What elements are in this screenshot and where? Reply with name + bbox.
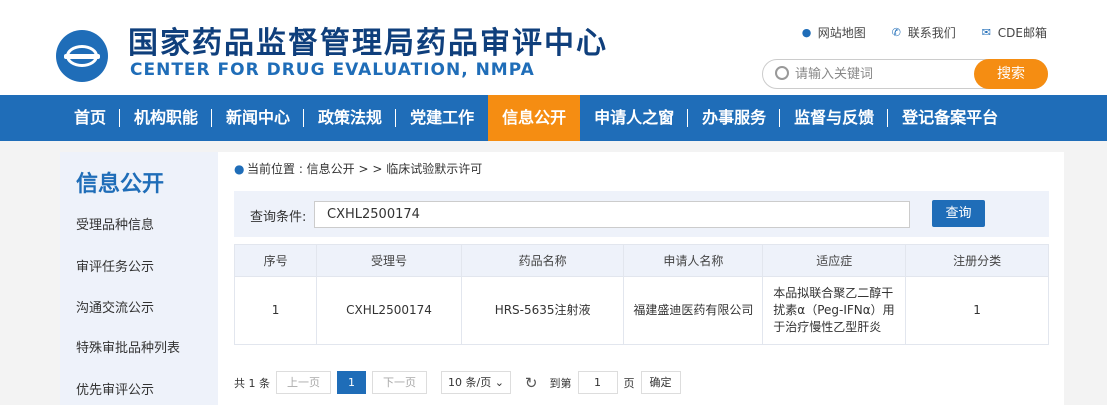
page-size-select[interactable]: 10 条/页 ⌄ bbox=[441, 371, 511, 394]
prev-page-button[interactable]: 上一页 bbox=[276, 371, 331, 394]
nav-item-news[interactable]: 新闻中心 bbox=[212, 95, 305, 141]
site-title-cn: 国家药品监督管理局药品审评中心 bbox=[128, 26, 608, 61]
site-search: 搜索 bbox=[762, 59, 1048, 89]
search-input[interactable] bbox=[795, 64, 965, 84]
next-page-button[interactable]: 下一页 bbox=[372, 371, 427, 394]
breadcrumb: ● 当前位置 : 信息公开 > > 临床试验默示许可 bbox=[234, 160, 482, 177]
sitemap-label: 网站地图 bbox=[817, 26, 866, 40]
main-area: 信息公开 受理品种信息 审评任务公示 沟通交流公示 特殊审批品种列表 优先审评公… bbox=[0, 141, 1107, 405]
top-links: ● 网站地图 ✆ 联系我们 ✉ CDE邮箱 bbox=[802, 24, 1047, 41]
nav-item-party[interactable]: 党建工作 bbox=[396, 95, 488, 141]
cell-acceptance-no: CXHL2500174 bbox=[316, 276, 462, 345]
cell-indication: 本品拟联合聚乙二醇干扰素α（Peg-IFNα）用于治疗慢性乙型肝炎 bbox=[762, 276, 907, 345]
pager-total: 共 1 条 bbox=[234, 376, 270, 390]
content-panel: ● 当前位置 : 信息公开 > > 临床试验默示许可 查询条件: CXHL250… bbox=[218, 152, 1064, 405]
goto-page-input[interactable]: 1 bbox=[577, 371, 618, 394]
sidebar: 信息公开 受理品种信息 审评任务公示 沟通交流公示 特殊审批品种列表 优先审评公… bbox=[60, 152, 218, 405]
location-pin-icon: ● bbox=[801, 26, 812, 39]
cell-applicant: 福建盛迪医药有限公司 bbox=[623, 276, 764, 345]
header-acceptance-no: 受理号 bbox=[316, 244, 462, 277]
refresh-icon[interactable]: ↻ bbox=[525, 374, 538, 392]
query-input[interactable]: CXHL2500174 bbox=[314, 201, 910, 228]
nav-item-applicant[interactable]: 申请人之窗 bbox=[580, 95, 689, 141]
cell-registration-class: 1 bbox=[905, 276, 1049, 345]
nav-item-home[interactable]: 首页 bbox=[60, 95, 121, 141]
chevron-down-icon: ⌄ bbox=[494, 376, 504, 389]
query-bar: 查询条件: CXHL2500174 查询 bbox=[234, 191, 1049, 237]
cell-drug-name: HRS-5635注射液 bbox=[460, 276, 625, 345]
nav-item-services[interactable]: 办事服务 bbox=[688, 95, 781, 141]
header-drug-name: 药品名称 bbox=[460, 244, 625, 277]
site-header: 国家药品监督管理局药品审评中心 CENTER FOR DRUG EVALUATI… bbox=[0, 0, 1107, 95]
header-index: 序号 bbox=[233, 244, 318, 277]
nav-item-info-disclosure[interactable]: 信息公开 bbox=[488, 95, 581, 141]
page-1-button[interactable]: 1 bbox=[337, 371, 366, 394]
page-unit-label: 页 bbox=[623, 376, 635, 390]
sidebar-item-accepted-varieties[interactable]: 受理品种信息 bbox=[76, 214, 154, 233]
search-button[interactable]: 搜索 bbox=[974, 59, 1048, 89]
pagination: 共 1 条 上一页 1 下一页 10 条/页 ⌄ ↻ 到第 1 页 确定 bbox=[234, 371, 681, 394]
breadcrumb-text: 当前位置 : 信息公开 > > 临床试验默示许可 bbox=[247, 162, 483, 176]
sitemap-link[interactable]: ● 网站地图 bbox=[802, 24, 866, 41]
page-size-value: 10 条/页 bbox=[448, 376, 492, 389]
mail-icon: ✉ bbox=[981, 26, 992, 39]
query-button[interactable]: 查询 bbox=[932, 200, 985, 227]
sidebar-item-priority-review[interactable]: 优先审评公示 bbox=[76, 379, 154, 398]
sidebar-item-communication[interactable]: 沟通交流公示 bbox=[76, 297, 154, 316]
goto-label: 到第 bbox=[549, 376, 572, 390]
sidebar-item-special-approval[interactable]: 特殊审批品种列表 bbox=[76, 337, 180, 356]
nav-item-policies[interactable]: 政策法规 bbox=[304, 95, 397, 141]
table-header-row: 序号 受理号 药品名称 申请人名称 适应症 注册分类 bbox=[233, 244, 1049, 277]
table-row: 1 CXHL2500174 HRS-5635注射液 福建盛迪医药有限公司 本品拟… bbox=[233, 276, 1049, 345]
nav-item-supervision[interactable]: 监督与反馈 bbox=[780, 95, 889, 141]
phone-icon: ✆ bbox=[891, 26, 901, 39]
contact-label: 联系我们 bbox=[907, 26, 956, 40]
contact-link[interactable]: ✆ 联系我们 bbox=[892, 24, 956, 41]
nav-item-registration[interactable]: 登记备案平台 bbox=[888, 95, 1012, 141]
results-table: 序号 受理号 药品名称 申请人名称 适应症 注册分类 1 CXHL2500174… bbox=[233, 244, 1049, 345]
location-pin-icon: ● bbox=[234, 161, 245, 176]
nav-item-functions[interactable]: 机构职能 bbox=[120, 95, 213, 141]
search-icon bbox=[775, 66, 789, 80]
site-title-en: CENTER FOR DRUG EVALUATION, NMPA bbox=[130, 60, 535, 80]
cde-mail-link[interactable]: ✉ CDE邮箱 bbox=[982, 24, 1047, 41]
header-registration-class: 注册分类 bbox=[905, 244, 1049, 277]
cde-mail-label: CDE邮箱 bbox=[997, 26, 1047, 40]
cell-index: 1 bbox=[233, 276, 318, 345]
goto-confirm-button[interactable]: 确定 bbox=[640, 371, 681, 394]
query-label: 查询条件: bbox=[250, 210, 307, 225]
sidebar-item-review-tasks[interactable]: 审评任务公示 bbox=[76, 256, 154, 275]
header-indication: 适应症 bbox=[762, 244, 907, 277]
main-nav: 首页 机构职能 新闻中心 政策法规 党建工作 信息公开 申请人之窗 办事服务 监… bbox=[0, 95, 1107, 141]
cde-logo[interactable] bbox=[56, 30, 108, 82]
header-applicant: 申请人名称 bbox=[623, 244, 764, 277]
sidebar-title: 信息公开 bbox=[76, 172, 165, 197]
